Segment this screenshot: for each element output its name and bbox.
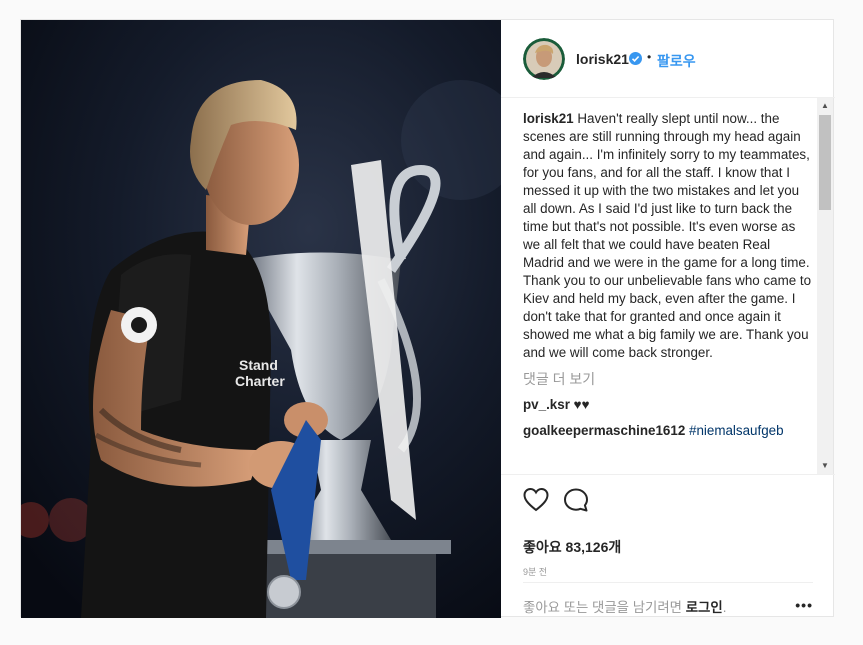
caption-username[interactable]: lorisk21 xyxy=(523,111,574,126)
post-sidebar: lorisk21 • 팔로우 lorisk21 Haven't really s… xyxy=(501,20,835,618)
login-prompt-suffix: . xyxy=(722,600,727,615)
follow-button[interactable]: 팔로우 xyxy=(657,51,696,71)
comment-username[interactable]: pv_.ksr xyxy=(523,397,570,412)
add-comment-section: 좋아요 또는 댓글을 남기려면 로그인. ••• xyxy=(523,582,813,620)
comment-item: goalkeepermaschine1612 #niemalsaufgeb xyxy=(523,422,813,440)
like-heart-icon[interactable] xyxy=(523,487,549,513)
more-options-icon[interactable]: ••• xyxy=(795,597,813,613)
comment-bubble-icon[interactable] xyxy=(563,487,589,513)
login-link[interactable]: 로그인 xyxy=(686,600,723,615)
comments-list[interactable]: lorisk21 Haven't really slept until now.… xyxy=(523,108,813,480)
verified-badge-icon xyxy=(629,52,642,65)
view-more-comments-link[interactable]: 댓글 더 보기 xyxy=(523,370,813,388)
post-card: Stand Charter lorisk21 • 팔로우 lorisk21 Ha… xyxy=(20,19,835,618)
comment-username[interactable]: goalkeepermaschine1612 xyxy=(523,423,685,438)
post-header: lorisk21 • 팔로우 xyxy=(501,20,835,98)
author-username[interactable]: lorisk21 xyxy=(576,51,629,67)
svg-text:Stand: Stand xyxy=(239,357,278,373)
avatar[interactable] xyxy=(523,38,565,80)
caption-text: Haven't really slept until now... the sc… xyxy=(523,111,812,360)
login-prompt: 좋아요 또는 댓글을 남기려면 로그인. xyxy=(523,596,726,616)
comment-text: ♥♥ xyxy=(573,397,590,412)
avatar-image xyxy=(523,38,565,80)
post-timestamp[interactable]: 9분 전 xyxy=(523,565,547,578)
login-prompt-prefix: 좋아요 또는 댓글을 남기려면 xyxy=(523,600,686,615)
header-separator: • xyxy=(647,50,652,64)
comments-scrollbar[interactable]: ▲ ▼ xyxy=(817,98,833,474)
post-actions: 좋아요 83,126개 9분 전 좋아요 또는 댓글을 남기려면 로그인. ••… xyxy=(501,474,835,618)
scrollbar-thumb[interactable] xyxy=(819,115,831,210)
comment-hashtag-link[interactable]: #niemalsaufgeb xyxy=(689,423,784,438)
scroll-up-arrow-icon[interactable]: ▲ xyxy=(817,98,833,114)
scroll-down-arrow-icon[interactable]: ▼ xyxy=(817,458,833,474)
svg-text:Charter: Charter xyxy=(235,373,285,389)
comment-item: pv_.ksr ♥♥ xyxy=(523,396,813,414)
photo-artwork: Stand Charter xyxy=(21,20,501,618)
caption: lorisk21 Haven't really slept until now.… xyxy=(523,110,813,362)
post-photo[interactable]: Stand Charter xyxy=(21,20,501,618)
likes-count[interactable]: 좋아요 83,126개 xyxy=(523,537,621,557)
